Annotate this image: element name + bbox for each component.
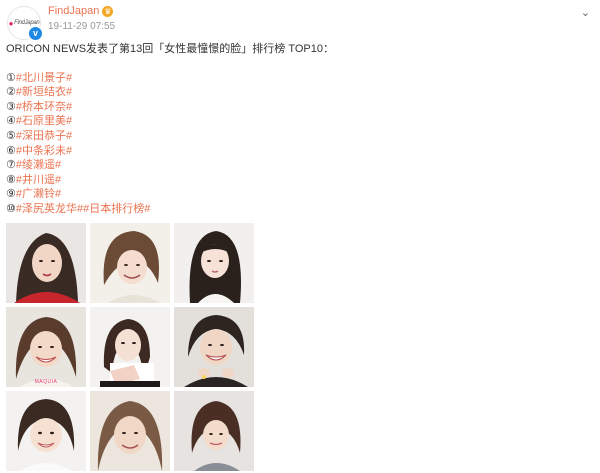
portrait-photo bbox=[90, 223, 170, 303]
verified-badge-icon: v bbox=[28, 26, 43, 41]
weibo-post: ● FindJapan v FindJapan ♛ 19-11-29 07:55 … bbox=[0, 0, 600, 473]
hashtag-link[interactable]: #桥本环奈# bbox=[16, 101, 72, 113]
photo-thumbnail[interactable]: MAQUIA bbox=[6, 307, 86, 387]
photo-thumbnail[interactable] bbox=[6, 223, 86, 303]
rank-number: ④ bbox=[6, 115, 16, 128]
photo-caption: MAQUIA bbox=[34, 379, 58, 385]
ranking-item: ③#桥本环奈# bbox=[6, 100, 334, 115]
hashtag-link[interactable]: #中条彩未# bbox=[16, 145, 72, 157]
photo-thumbnail[interactable] bbox=[90, 391, 170, 471]
post-text: ORICON NEWS发表了第13回「女性最憧憬的脸」排行榜 TOP10： ①#… bbox=[6, 42, 334, 217]
hashtag-link[interactable]: #井川遥# bbox=[16, 174, 61, 186]
avatar[interactable]: ● FindJapan v bbox=[7, 6, 43, 41]
rank-number: ⑤ bbox=[6, 129, 16, 142]
photo-thumbnail[interactable] bbox=[6, 391, 86, 471]
photo-thumbnail[interactable] bbox=[174, 223, 254, 303]
photo-thumbnail[interactable] bbox=[174, 307, 254, 387]
ranking-item: ⑧#井川遥# bbox=[6, 173, 334, 188]
username-link[interactable]: FindJapan ♛ bbox=[48, 5, 114, 17]
ranking-item: ①#北川景子# bbox=[6, 71, 334, 86]
ranking-item: ⑨#广濑铃# bbox=[6, 187, 334, 202]
ranking-list: ①#北川景子# ②#新垣结衣# ③#桥本环奈# ④#石原里美# ⑤#深田恭子# … bbox=[6, 71, 334, 217]
post-timestamp[interactable]: 19-11-29 07:55 bbox=[48, 21, 115, 32]
photo-thumbnail[interactable] bbox=[90, 307, 170, 387]
ranking-item: ⑦#绫濑遥# bbox=[6, 158, 334, 173]
rank-number: ① bbox=[6, 71, 16, 84]
logo-dot-icon: ● bbox=[8, 18, 14, 28]
photo-grid: MAQUIA bbox=[6, 223, 254, 471]
photo-thumbnail[interactable] bbox=[90, 223, 170, 303]
rank-number: ③ bbox=[6, 100, 16, 113]
hashtag-link[interactable]: #泽尻英龙华##日本排行榜# bbox=[16, 203, 150, 215]
hashtag-link[interactable]: #新垣结衣# bbox=[16, 86, 72, 98]
photo-thumbnail[interactable] bbox=[174, 391, 254, 471]
vip-crown-icon: ♛ bbox=[102, 5, 114, 17]
ranking-item: ②#新垣结衣# bbox=[6, 85, 334, 100]
hashtag-link[interactable]: #深田恭子# bbox=[16, 130, 72, 142]
ranking-item: ⑤#深田恭子# bbox=[6, 129, 334, 144]
post-headline: ORICON NEWS发表了第13回「女性最憧憬的脸」排行榜 TOP10： bbox=[6, 43, 334, 55]
rank-number: ⑦ bbox=[6, 159, 16, 172]
ranking-item: ⑩#泽尻英龙华##日本排行榜# bbox=[6, 202, 334, 217]
portrait-photo bbox=[174, 391, 254, 471]
portrait-photo bbox=[6, 307, 86, 387]
rank-number: ② bbox=[6, 86, 16, 99]
portrait-photo bbox=[174, 307, 254, 387]
ranking-item: ⑥#中条彩未# bbox=[6, 144, 334, 159]
hashtag-link[interactable]: #北川景子# bbox=[16, 72, 72, 84]
portrait-photo bbox=[6, 223, 86, 303]
rank-number: ⑨ bbox=[6, 188, 16, 201]
portrait-photo bbox=[90, 307, 170, 387]
username-text: FindJapan bbox=[48, 5, 100, 17]
ranking-item: ④#石原里美# bbox=[6, 114, 334, 129]
hashtag-link[interactable]: #绫濑遥# bbox=[16, 159, 61, 171]
portrait-photo bbox=[6, 391, 86, 471]
rank-number: ⑥ bbox=[6, 144, 16, 157]
rank-number: ⑩ bbox=[6, 202, 16, 215]
portrait-photo bbox=[90, 391, 170, 471]
hashtag-link[interactable]: #石原里美# bbox=[16, 115, 72, 127]
chevron-down-icon[interactable]: ⌄ bbox=[581, 6, 590, 19]
rank-number: ⑧ bbox=[6, 173, 16, 186]
portrait-photo bbox=[174, 223, 254, 303]
hashtag-link[interactable]: #广濑铃# bbox=[16, 188, 61, 200]
